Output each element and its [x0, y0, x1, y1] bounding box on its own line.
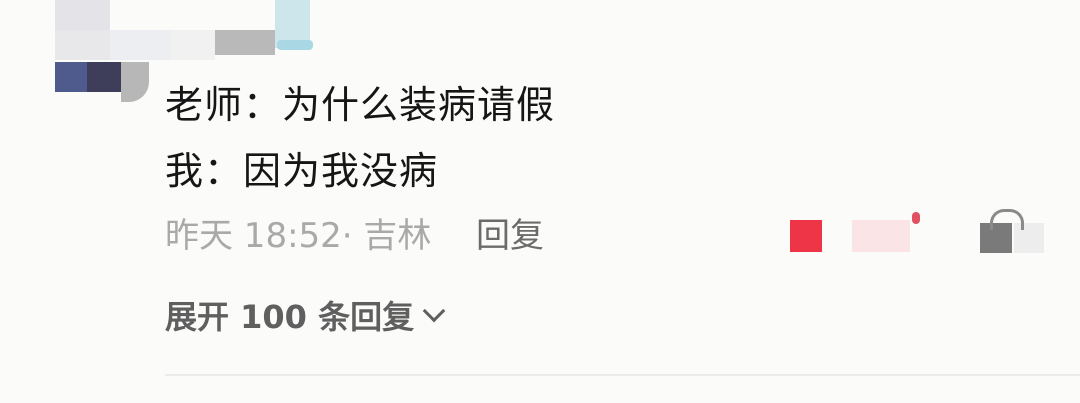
- comment-meta: 昨天 18:52· 吉林: [165, 216, 432, 256]
- divider: [165, 374, 1080, 376]
- expand-replies-label: 展开 100 条回复: [165, 298, 415, 336]
- comment-text-line1: 老师：为什么装病请假: [165, 83, 556, 127]
- expand-replies-button[interactable]: 展开 100 条回复: [165, 292, 446, 338]
- chevron-down-icon: [422, 299, 446, 323]
- dislike-icon[interactable]: [980, 205, 1050, 255]
- comment-text-line2: 我：因为我没病: [165, 149, 439, 193]
- reply-button[interactable]: 回复: [476, 208, 544, 257]
- like-icon[interactable]: [790, 210, 930, 255]
